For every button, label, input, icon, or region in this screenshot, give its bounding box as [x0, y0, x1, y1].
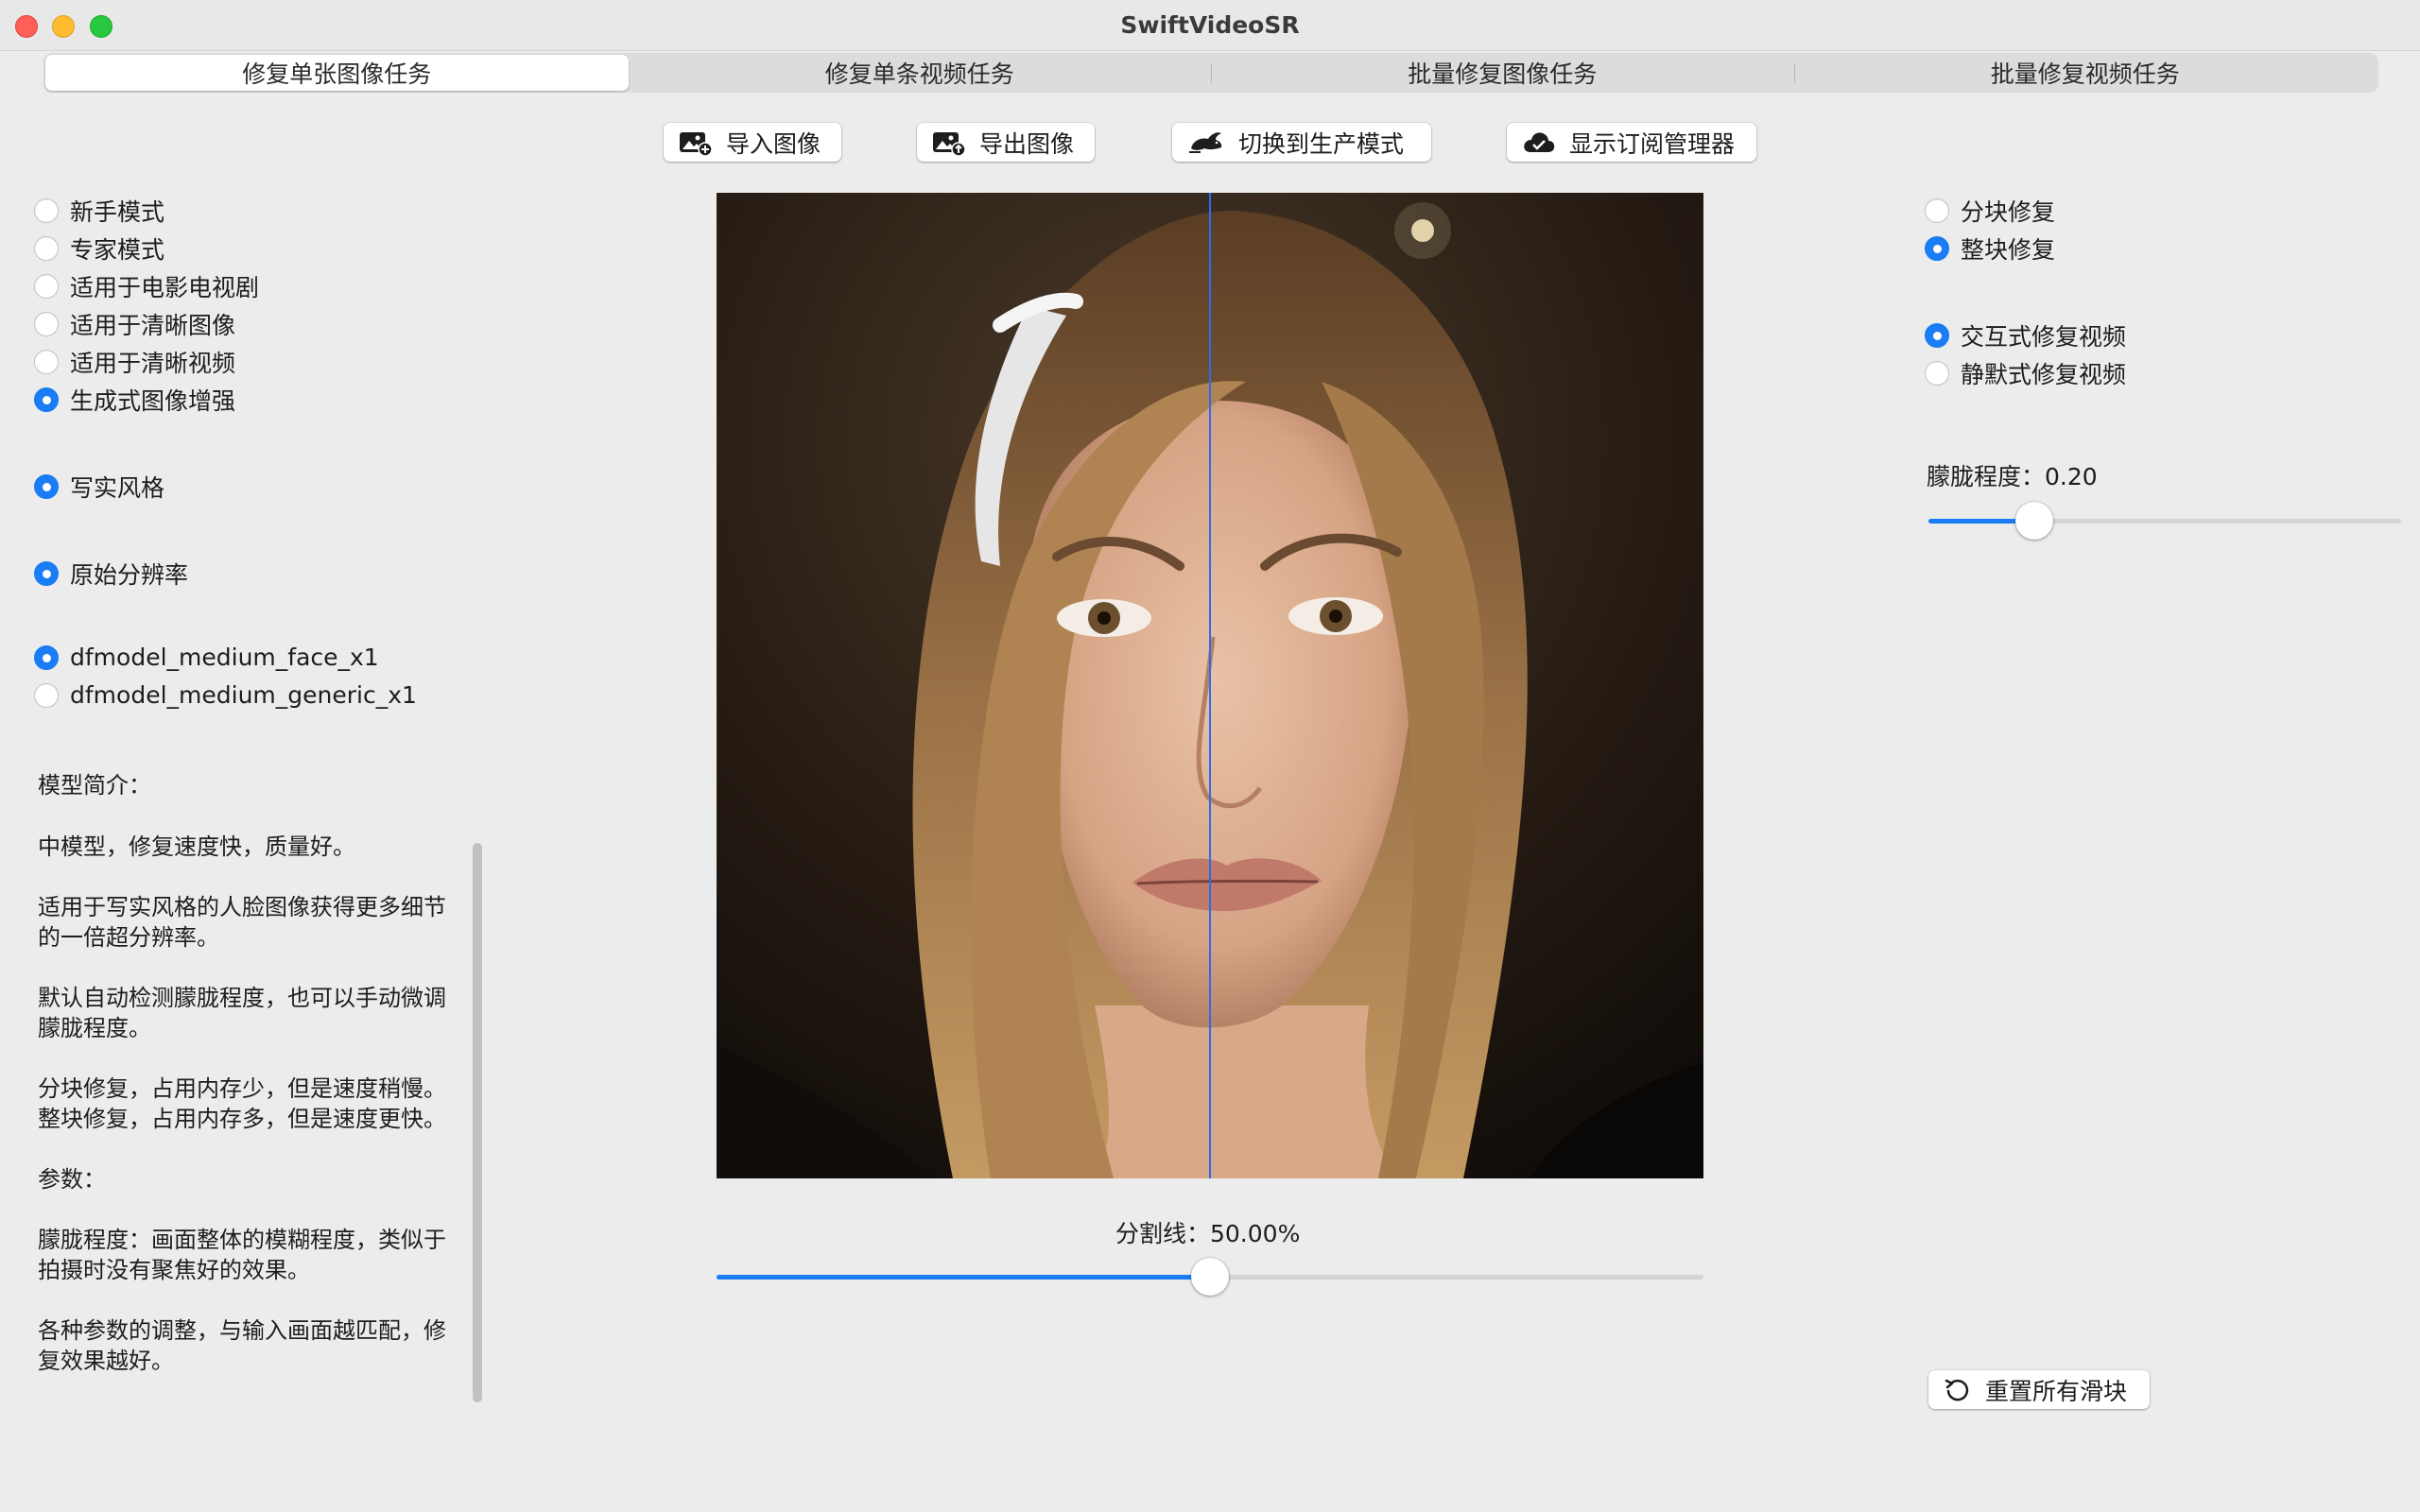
style-option-realistic[interactable]: 写实风格: [34, 470, 164, 504]
description-scrollbar-thumb[interactable]: [473, 843, 482, 1402]
radio-indicator: [34, 561, 59, 586]
tile-option-split[interactable]: 分块修复: [1925, 194, 2055, 228]
radio-indicator: [34, 312, 59, 336]
comparison-image[interactable]: [717, 193, 1703, 1178]
switch-production-mode-label: 切换到生产模式: [1238, 129, 1405, 158]
tile-option-whole[interactable]: 整块修复: [1925, 232, 2055, 266]
style-option-label: 写实风格: [70, 474, 165, 502]
radio-indicator: [34, 274, 59, 299]
mode-option-clear-video[interactable]: 适用于清晰视频: [34, 345, 235, 379]
description-scrollbar[interactable]: [467, 839, 488, 1406]
video-option-interactive[interactable]: 交互式修复视频: [1925, 318, 2126, 352]
resolution-option-original[interactable]: 原始分辨率: [34, 557, 188, 591]
resolution-option-label: 原始分辨率: [70, 561, 189, 589]
mode-option-label: 适用于电影电视剧: [70, 274, 260, 301]
hare-icon: [1189, 131, 1222, 153]
tab-batch-video[interactable]: 批量修复视频任务: [1793, 55, 2377, 91]
cloud-check-icon: [1524, 131, 1555, 152]
description-paragraph: 参数：: [38, 1166, 106, 1193]
split-slider-knob[interactable]: [1191, 1258, 1229, 1296]
radio-indicator: [34, 350, 59, 374]
tab-single-video[interactable]: 修复单条视频任务: [629, 55, 1212, 91]
mode-option-film-tv[interactable]: 适用于电影电视剧: [34, 269, 259, 303]
model-option-generic[interactable]: dfmodel_medium_generic_x1: [34, 681, 417, 709]
radio-indicator: [1925, 361, 1949, 386]
photo-export-icon: [933, 131, 966, 156]
switch-production-mode-button[interactable]: 切换到生产模式: [1172, 123, 1431, 162]
reset-icon: [1945, 1379, 1969, 1400]
radio-indicator: [34, 682, 59, 708]
split-divider-line[interactable]: [1209, 193, 1211, 1178]
mode-option-label: 专家模式: [70, 236, 165, 264]
window-title: SwiftVideoSR: [1120, 11, 1300, 39]
title-bar: SwiftVideoSR: [0, 0, 2420, 51]
photo-add-icon: [680, 131, 713, 156]
model-description: 模型简介： 中模型，修复速度快，质量好。 适用于写实风格的人脸图像获得更多细节的…: [38, 770, 463, 1406]
model-option-face[interactable]: dfmodel_medium_face_x1: [34, 644, 379, 671]
mode-option-generative[interactable]: 生成式图像增强: [34, 383, 235, 417]
split-label: 分割线：50.00%: [1115, 1220, 1301, 1247]
reset-sliders-label: 重置所有滑块: [1985, 1377, 2128, 1405]
split-slider[interactable]: [717, 1258, 1703, 1296]
export-image-label: 导出图像: [979, 129, 1075, 158]
import-image-label: 导入图像: [726, 129, 821, 158]
mode-option-beginner[interactable]: 新手模式: [34, 194, 164, 228]
video-option-silent[interactable]: 静默式修复视频: [1925, 356, 2126, 390]
description-paragraph: 适用于写实风格的人脸图像获得更多细节的一倍超分辨率。: [38, 894, 446, 951]
radio-indicator: [34, 644, 59, 670]
mode-option-label: 新手模式: [70, 198, 165, 226]
radio-indicator: [34, 387, 59, 412]
mode-option-clear-image[interactable]: 适用于清晰图像: [34, 307, 235, 341]
video-option-label: 交互式修复视频: [1961, 323, 2127, 351]
video-option-label: 静默式修复视频: [1961, 361, 2127, 388]
show-subscription-manager-label: 显示订阅管理器: [1569, 129, 1736, 158]
description-paragraph: 朦胧程度：画面整体的模糊程度，类似于拍摄时没有聚焦好的效果。: [38, 1227, 446, 1283]
split-slider-fill: [717, 1275, 1210, 1280]
mode-option-label: 生成式图像增强: [70, 387, 236, 415]
radio-indicator: [34, 236, 59, 261]
model-option-label: dfmodel_medium_face_x1: [70, 644, 379, 671]
radio-indicator: [1925, 323, 1949, 348]
task-tabs: 修复单张图像任务 修复单条视频任务 批量修复图像任务 批量修复视频任务: [43, 53, 2378, 93]
model-option-label: dfmodel_medium_generic_x1: [70, 681, 417, 709]
import-image-button[interactable]: 导入图像: [664, 123, 841, 162]
mode-option-expert[interactable]: 专家模式: [34, 232, 164, 266]
description-paragraph: 各种参数的调整，与输入画面越匹配，修复效果越好。: [38, 1317, 446, 1374]
radio-indicator: [34, 474, 59, 499]
tile-option-label: 分块修复: [1961, 198, 2056, 226]
mode-option-label: 适用于清晰图像: [70, 312, 236, 339]
mode-option-label: 适用于清晰视频: [70, 350, 236, 377]
description-paragraph: 分块修复，占用内存少，但是速度稍慢。整块修复，占用内存多，但是速度更快。: [38, 1075, 446, 1132]
description-title: 模型简介：: [38, 772, 151, 799]
description-paragraph: 默认自动检测朦胧程度，也可以手动微调朦胧程度。: [38, 985, 446, 1041]
reset-sliders-button[interactable]: 重置所有滑块: [1928, 1370, 2150, 1409]
tile-option-label: 整块修复: [1961, 236, 2056, 264]
haze-slider-knob[interactable]: [2015, 502, 2053, 540]
radio-indicator: [1925, 236, 1949, 261]
tab-single-image[interactable]: 修复单张图像任务: [45, 55, 629, 91]
tab-batch-image[interactable]: 批量修复图像任务: [1211, 55, 1794, 91]
export-image-button[interactable]: 导出图像: [917, 123, 1095, 162]
haze-label: 朦胧程度：0.20: [1927, 463, 2098, 490]
radio-indicator: [34, 198, 59, 223]
haze-slider[interactable]: [1928, 502, 2401, 540]
radio-indicator: [1925, 198, 1949, 223]
show-subscription-manager-button[interactable]: 显示订阅管理器: [1507, 123, 1756, 162]
description-paragraph: 中模型，修复速度快，质量好。: [38, 833, 355, 860]
